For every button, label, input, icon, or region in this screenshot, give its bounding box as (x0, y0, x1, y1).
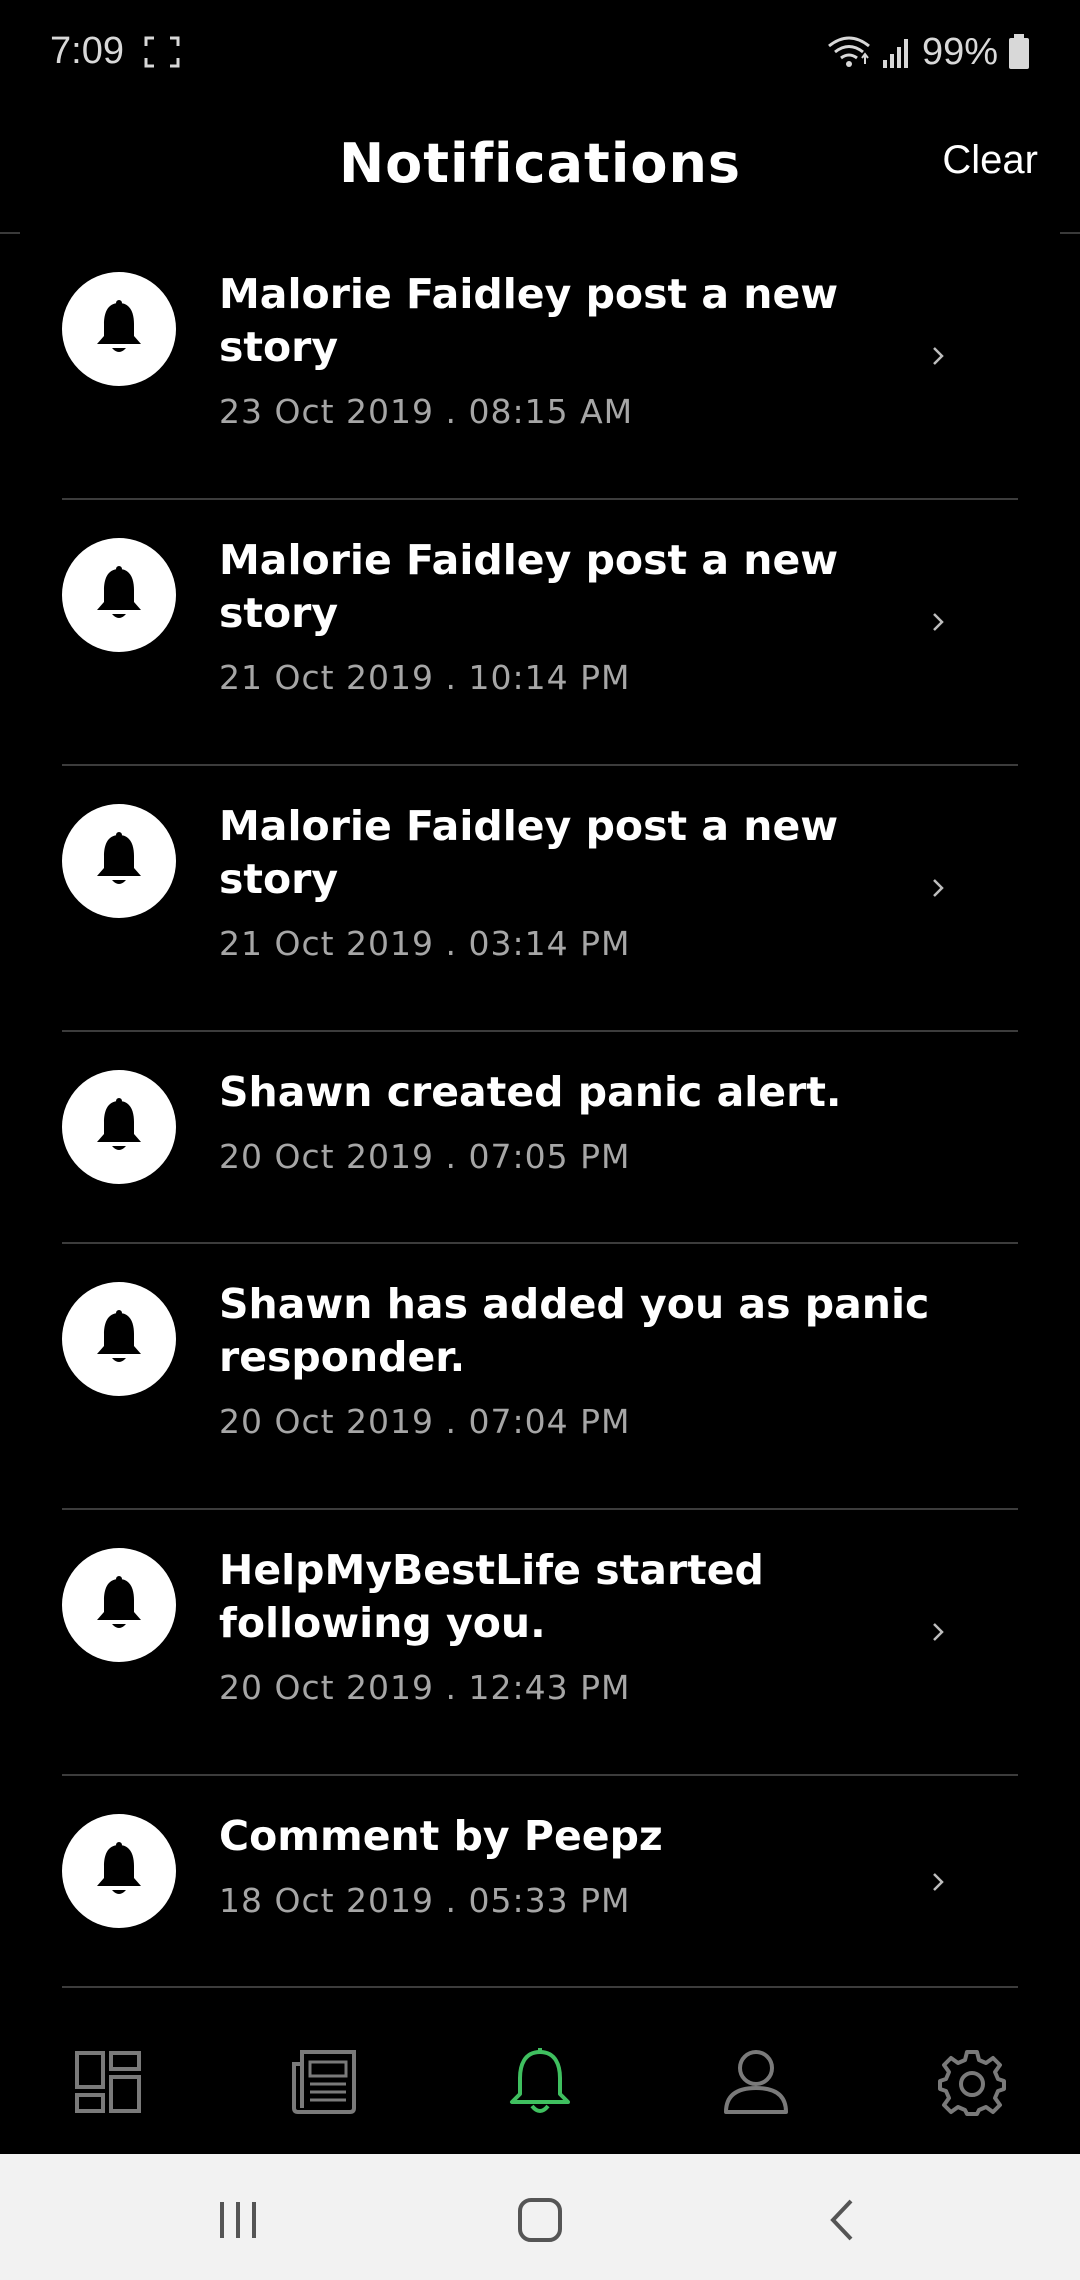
bottom-nav (0, 2010, 1080, 2154)
nav-profile[interactable] (720, 2046, 792, 2118)
nav-news[interactable] (288, 2046, 360, 2118)
notification-timestamp: 20 Oct 2019 . 12:43 PM (219, 1668, 631, 1707)
chevron-right-icon[interactable] (928, 1868, 948, 1896)
bell-icon (62, 1070, 176, 1184)
nav-notifications[interactable] (504, 2046, 576, 2118)
back-icon (830, 2199, 853, 2241)
notification-title: Comment by Peepz (219, 1812, 663, 1860)
status-time: 7:09 (50, 30, 124, 72)
screenshot-icon (144, 36, 180, 68)
notification-item[interactable]: Malorie Faidley post a new story 21 Oct 2… (62, 500, 1018, 766)
nav-settings[interactable] (936, 2046, 1008, 2118)
home-icon (518, 2198, 562, 2242)
page-title: Notifications (338, 132, 742, 195)
chevron-right-icon[interactable] (928, 1618, 948, 1646)
chevron-right-icon[interactable] (928, 608, 948, 636)
gear-icon (938, 2050, 1006, 2116)
bell-icon (62, 804, 176, 918)
notification-item[interactable]: Shawn has added you as panic responder. 2… (62, 1244, 1018, 1510)
notification-text: Malorie Faidley post a new story 21 Oct 2… (219, 534, 948, 697)
chevron-right-icon[interactable] (928, 874, 948, 902)
bell-icon (62, 1548, 176, 1662)
bell-icon (62, 272, 176, 386)
battery-percent: 99% (921, 30, 998, 73)
recents-icon (220, 2202, 256, 2238)
back-button[interactable] (812, 2190, 872, 2250)
notification-text: Comment by Peepz 18 Oct 2019 . 05:33 PM (219, 1810, 948, 1920)
bell-icon (62, 1814, 176, 1928)
news-icon (292, 2050, 356, 2114)
header-divider (0, 232, 20, 234)
notification-item[interactable]: Malorie Faidley post a new story 23 Oct 2… (62, 234, 1018, 500)
notification-timestamp: 23 Oct 2019 . 08:15 AM (219, 392, 634, 431)
notification-timestamp: 20 Oct 2019 . 07:04 PM (219, 1402, 631, 1441)
notification-title: Malorie Faidley post a new story (219, 536, 839, 637)
header-divider (1060, 232, 1080, 234)
notification-title: Malorie Faidley post a new story (219, 802, 839, 903)
notification-timestamp: 20 Oct 2019 . 07:05 PM (219, 1137, 631, 1176)
profile-icon (724, 2050, 788, 2114)
notifications-screen: 7:09 99% Notifications Clear Malorie Fai… (0, 0, 1080, 2280)
notification-list: Malorie Faidley post a new story 23 Oct 2… (62, 234, 1018, 1988)
dashboard-icon (75, 2051, 141, 2113)
wifi-icon (828, 36, 870, 67)
status-bar: 7:09 99% (0, 0, 1080, 104)
notification-text: Shawn created panic alert. 20 Oct 2019 . … (219, 1066, 948, 1176)
home-button[interactable] (510, 2190, 570, 2250)
notification-title: Shawn has added you as panic responder. (219, 1280, 930, 1381)
notification-item[interactable]: Comment by Peepz 18 Oct 2019 . 05:33 PM (62, 1776, 1018, 1988)
notification-item[interactable]: HelpMyBestLife started following you. 20 … (62, 1510, 1018, 1776)
chevron-right-icon[interactable] (928, 342, 948, 370)
bell-icon (62, 538, 176, 652)
recents-button[interactable] (208, 2190, 268, 2250)
status-right: 99% (826, 30, 1030, 74)
bell-icon (510, 2048, 570, 2113)
app-header: Notifications Clear (0, 104, 1080, 234)
battery-icon (1009, 34, 1029, 69)
notification-timestamp: 18 Oct 2019 . 05:33 PM (219, 1881, 631, 1920)
bell-icon (62, 1282, 176, 1396)
notification-title: Shawn created panic alert. (219, 1068, 842, 1116)
notification-item[interactable]: Malorie Faidley post a new story 21 Oct 2… (62, 766, 1018, 1032)
clear-button[interactable]: Clear (942, 138, 1038, 183)
notification-title: HelpMyBestLife started following you. (219, 1546, 764, 1647)
notification-text: Shawn has added you as panic responder. 2… (219, 1278, 948, 1441)
notification-timestamp: 21 Oct 2019 . 03:14 PM (219, 924, 631, 963)
system-nav-bar (0, 2154, 1080, 2280)
notification-text: HelpMyBestLife started following you. 20 … (219, 1544, 948, 1707)
notification-timestamp: 21 Oct 2019 . 10:14 PM (219, 658, 631, 697)
notification-item[interactable]: Shawn created panic alert. 20 Oct 2019 . … (62, 1032, 1018, 1244)
notification-text: Malorie Faidley post a new story 21 Oct 2… (219, 800, 948, 963)
nav-dashboard[interactable] (72, 2046, 144, 2118)
notification-text: Malorie Faidley post a new story 23 Oct 2… (219, 268, 948, 431)
signal-icon (882, 39, 908, 68)
notification-title: Malorie Faidley post a new story (219, 270, 839, 371)
